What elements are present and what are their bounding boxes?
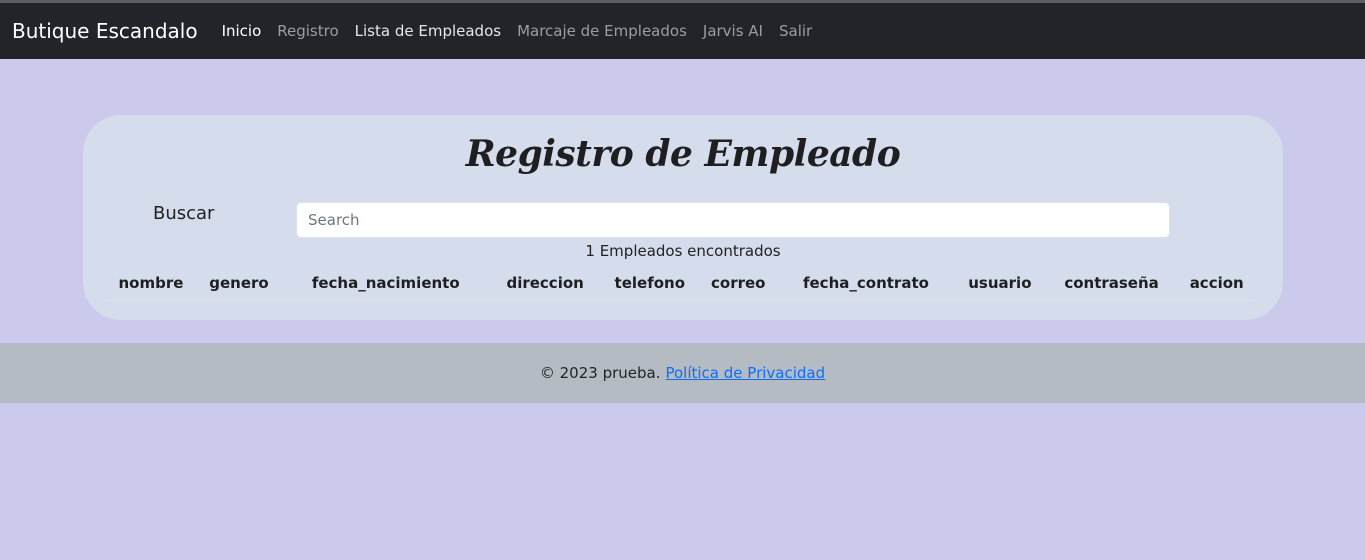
navbar: Butique Escandalo Inicio Registro Lista … [0,3,1365,59]
column-header-correo: correo [711,274,766,292]
search-input[interactable] [296,202,1170,238]
column-header-genero: genero [209,274,269,292]
nav-link-jarvis-ai[interactable]: Jarvis AI [703,22,763,40]
result-count: 1 Empleados encontrados [585,242,781,260]
employee-registry-card: Registro de Empleado Buscar 1 Empleados … [83,115,1283,320]
nav-link-inicio[interactable]: Inicio [222,22,262,40]
page-title: Registro de Empleado [465,133,901,175]
privacy-policy-link[interactable]: Política de Privacidad [665,364,825,382]
column-header-telefono: telefono [614,274,686,292]
nav-link-salir[interactable]: Salir [779,22,812,40]
column-header-direccion: direccion [506,274,584,292]
employees-table: nombre genero fecha_nacimiento direccion… [105,267,1255,301]
column-header-fecha-nacimiento: fecha_nacimiento [311,274,460,292]
nav-link-marcaje-empleados[interactable]: Marcaje de Empleados [517,22,687,40]
footer-copyright: © 2023 prueba. [539,364,661,382]
column-header-contrasena: contraseña [1064,274,1159,292]
search-label: Buscar [153,203,215,224]
column-header-accion: accion [1189,274,1244,292]
table-header-row: nombre genero fecha_nacimiento direccion… [105,267,1255,301]
column-header-nombre: nombre [118,274,184,292]
nav-link-registro[interactable]: Registro [277,22,338,40]
nav-link-lista-empleados[interactable]: Lista de Empleados [355,22,501,40]
footer: © 2023 prueba. Política de Privacidad [0,343,1365,403]
column-header-usuario: usuario [968,274,1032,292]
brand-link[interactable]: Butique Escandalo [12,19,198,43]
column-header-fecha-contrato: fecha_contrato [802,274,929,292]
